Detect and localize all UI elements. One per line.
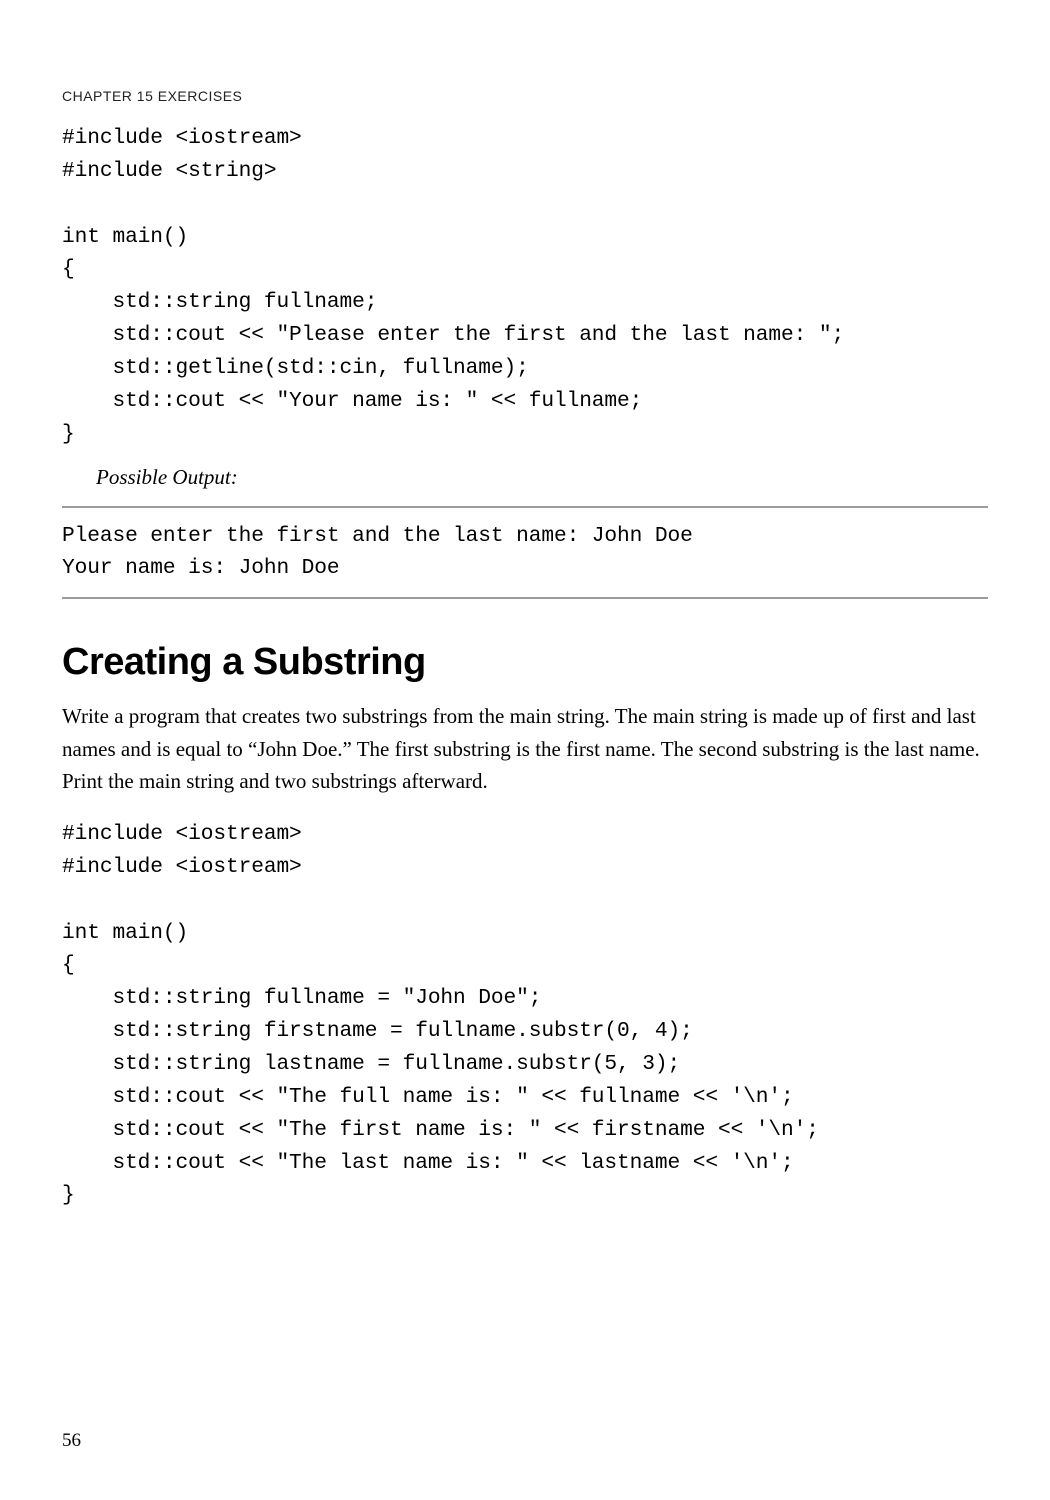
- code-block-1: #include <iostream> #include <string> in…: [62, 122, 988, 451]
- section-paragraph: Write a program that creates two substri…: [62, 700, 988, 798]
- code-block-2: #include <iostream> #include <iostream> …: [62, 818, 988, 1212]
- output-rule-bottom: [62, 597, 988, 599]
- console-output-1: Please enter the first and the last name…: [62, 514, 988, 592]
- section-heading-substring: Creating a Substring: [62, 641, 988, 684]
- output-rule-top: [62, 506, 988, 508]
- running-head: CHAPTER 15 EXERCISES: [62, 88, 988, 104]
- page-number: 56: [62, 1430, 81, 1452]
- possible-output-label: Possible Output:: [96, 465, 988, 490]
